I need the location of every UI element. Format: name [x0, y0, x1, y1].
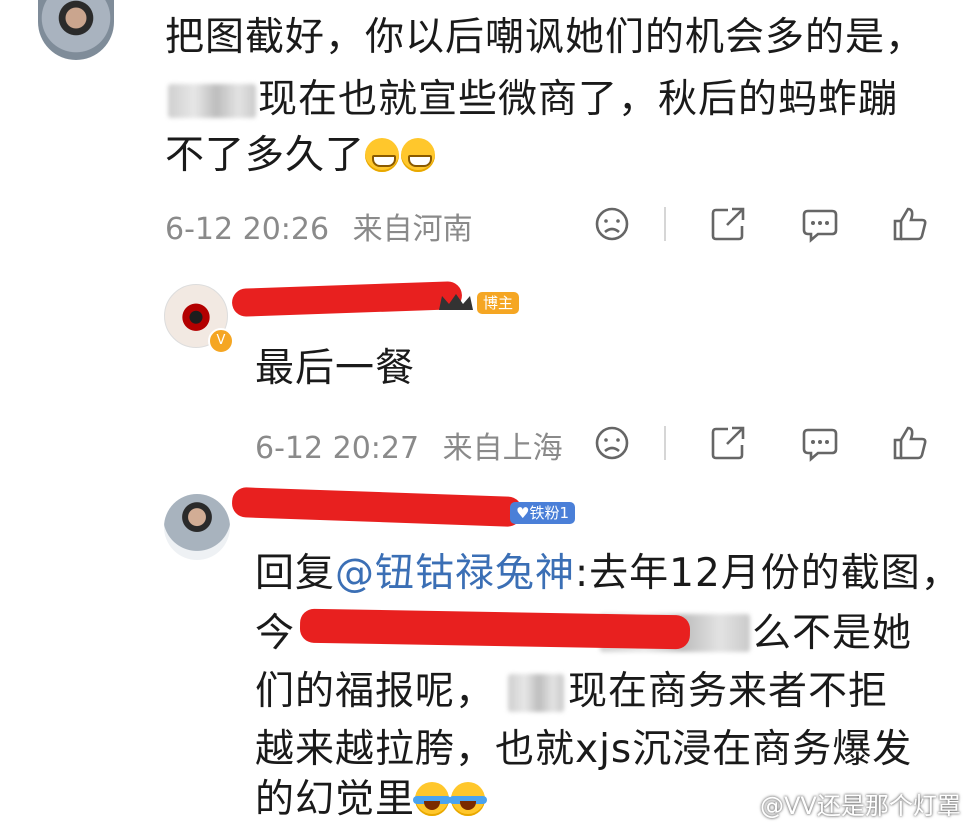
- dislike-icon[interactable]: [592, 204, 632, 244]
- comment-text-end: 不了多久了: [165, 133, 366, 178]
- grin-emoji-icon: [365, 138, 400, 172]
- blurred-name: [508, 674, 564, 712]
- reply-text-line: 越来越拉胯，也就xjs沉浸在商务爆发: [255, 727, 913, 772]
- dislike-icon[interactable]: [592, 423, 632, 463]
- reply-text-line: 现在商务来者不拒: [568, 669, 889, 714]
- blurred-name: [168, 84, 256, 118]
- comment-meta: 6-12 20:26 来自河南: [165, 204, 473, 248]
- laugh-cry-emoji-icon: [413, 782, 452, 816]
- fan-badge-label: 铁粉1: [529, 504, 569, 522]
- fan-badge-heart-icon: ♥: [516, 504, 530, 522]
- share-icon[interactable]: [708, 204, 748, 244]
- timestamp: 6-12 20:26: [165, 212, 330, 247]
- timestamp: 6-12 20:27: [255, 431, 420, 466]
- comment-text-line: 现在也就宣些微商了，秋后的蚂蚱蹦: [258, 77, 899, 122]
- watermark: @VV还是那个灯罩: [760, 792, 961, 820]
- reply-text: 最后一餐: [255, 346, 416, 391]
- comment-text-line: 不了多久了: [165, 132, 437, 180]
- redacted-username: [231, 280, 463, 318]
- reply-text-line: 们的福报呢，: [255, 669, 496, 714]
- grin-emoji-icon: [401, 138, 436, 172]
- laugh-cry-emoji-icon: [449, 782, 488, 816]
- like-icon[interactable]: [890, 204, 930, 244]
- comment-text-line: 把图截好，你以后嘲讽她们的机会多的是，: [165, 15, 926, 60]
- crown-icon: [436, 292, 476, 312]
- blogger-badge: 博主: [477, 292, 520, 314]
- location: 来自河南: [352, 212, 473, 247]
- reply-text-line: 么不是她: [752, 611, 913, 656]
- reply-text-line: 的幻觉里: [255, 776, 488, 824]
- mention-link[interactable]: @钮钴禄兔神: [335, 551, 575, 596]
- like-icon[interactable]: [890, 423, 930, 463]
- reply-text-line: 回复@钮钴禄兔神:去年12月份的截图，: [255, 550, 961, 598]
- divider: [664, 207, 666, 241]
- commenter-avatar[interactable]: [38, 0, 114, 60]
- comment-icon[interactable]: [800, 204, 840, 244]
- location: 来自上海: [442, 431, 563, 466]
- verified-badge-icon: V: [208, 328, 234, 354]
- replier-avatar[interactable]: [164, 494, 230, 560]
- reply-text-end: 的幻觉里: [255, 777, 416, 822]
- share-icon[interactable]: [708, 423, 748, 463]
- redacted-text: [299, 608, 691, 650]
- reply-prefix: 回复: [255, 551, 336, 596]
- divider: [664, 426, 666, 460]
- comment-icon[interactable]: [800, 423, 840, 463]
- reply-text-line: 今: [255, 611, 296, 656]
- reply-line1-rest: :去年12月份的截图，: [575, 551, 961, 596]
- weibo-logo-icon: [722, 786, 756, 814]
- redacted-username: [231, 486, 523, 528]
- reply-meta: 6-12 20:27 来自上海: [255, 423, 563, 467]
- fan-badge: ♥铁粉1: [510, 502, 575, 524]
